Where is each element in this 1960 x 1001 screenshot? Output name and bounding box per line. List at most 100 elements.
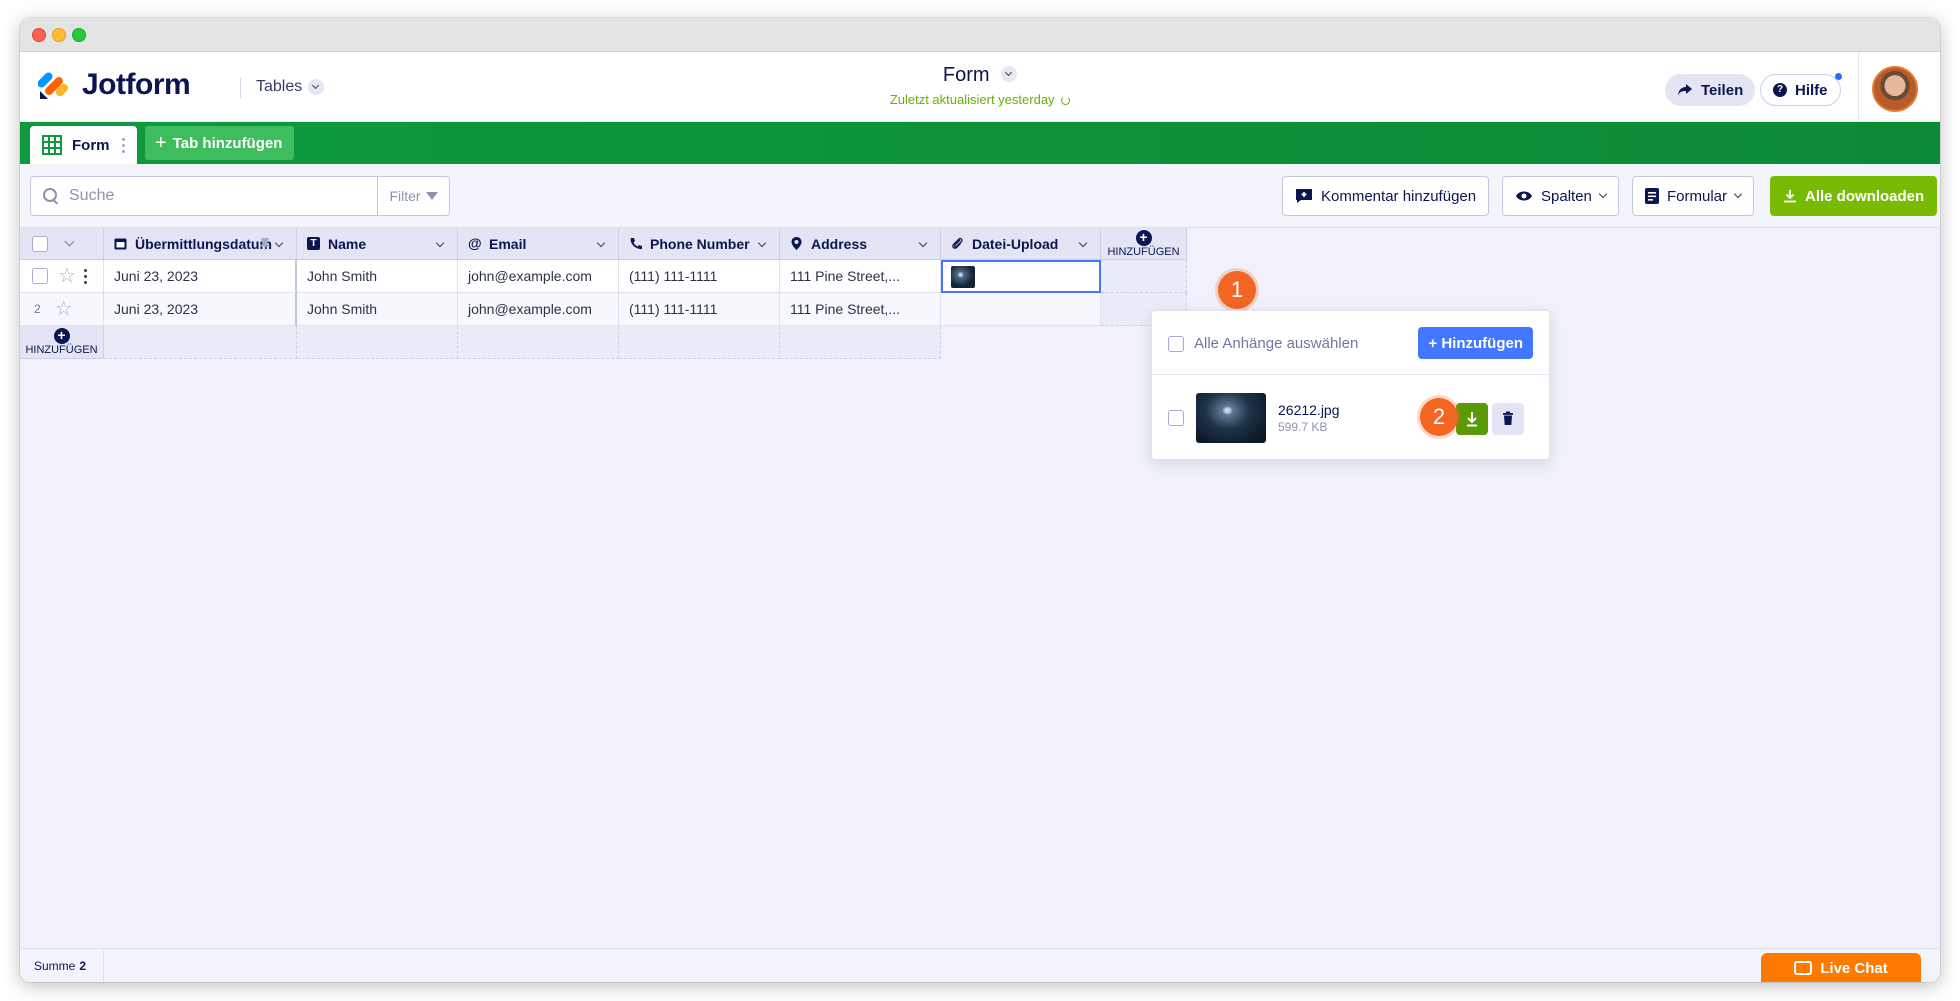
row-options-icon[interactable] xyxy=(83,268,87,284)
form-title-dropdown[interactable]: Form xyxy=(20,64,1940,87)
column-header[interactable]: Übermittlungsdatum xyxy=(104,228,297,260)
select-all-attachments[interactable]: Alle Anhänge auswählen xyxy=(1168,335,1358,352)
column-header-label: Name xyxy=(328,235,367,252)
help-icon: ? xyxy=(1773,83,1787,97)
plus-circle-icon: + xyxy=(53,328,70,344)
step-badge-1: 1 xyxy=(1218,271,1256,309)
refresh-icon xyxy=(1061,96,1071,106)
attachment-thumbnail[interactable] xyxy=(951,266,975,288)
column-header[interactable]: @ Email xyxy=(458,228,619,260)
download-icon xyxy=(1784,190,1796,203)
attachment-checkbox[interactable] xyxy=(1168,410,1184,426)
column-header-label: Email xyxy=(489,235,527,252)
location-pin-icon xyxy=(791,237,802,250)
search-input[interactable] xyxy=(69,187,369,205)
tab-options-icon[interactable] xyxy=(121,137,125,153)
header-select-cell xyxy=(20,228,104,260)
add-row-label: HINZUFÜGEN xyxy=(25,344,98,356)
chevron-down-icon xyxy=(918,238,928,248)
column-header[interactable]: Address xyxy=(780,228,941,260)
paperclip-icon xyxy=(952,237,963,249)
table-cell[interactable]: john@example.com xyxy=(458,260,619,293)
column-header[interactable]: Datei-Upload xyxy=(941,228,1101,260)
empty-cell xyxy=(780,326,941,359)
chat-icon xyxy=(1794,961,1813,975)
chevron-down-icon xyxy=(435,238,445,248)
live-chat-button[interactable]: Live Chat xyxy=(1761,953,1921,982)
empty-cell xyxy=(619,326,780,359)
last-updated-status: Zuletzt aktualisiert yesterday xyxy=(20,92,1940,107)
tab-form[interactable]: Form xyxy=(30,126,137,164)
form-button[interactable]: Formular xyxy=(1632,176,1755,216)
comment-plus-icon xyxy=(1296,189,1312,203)
delete-attachment-button[interactable] xyxy=(1492,403,1524,435)
download-icon xyxy=(1467,412,1477,427)
selected-upload-cell[interactable] xyxy=(941,260,1101,293)
table-cell[interactable]: Juni 23, 2023 xyxy=(104,260,297,293)
attachments-popover: Alle Anhänge auswählen + Hinzufügen 2621… xyxy=(1151,310,1550,460)
empty-cell xyxy=(297,326,458,359)
add-tab-button[interactable]: + Tab hinzufügen xyxy=(145,126,295,160)
sum-value: 2 xyxy=(79,959,87,973)
table-cell[interactable]: 111 Pine Street,... xyxy=(780,260,941,293)
table-cell[interactable]: Juni 23, 2023 xyxy=(104,293,297,326)
trash-icon xyxy=(1503,411,1513,425)
chevron-down-icon xyxy=(596,238,606,248)
row-checkbox[interactable] xyxy=(32,268,48,284)
download-all-button[interactable]: Alle downloaden xyxy=(1770,176,1938,216)
table-cell[interactable] xyxy=(941,293,1101,326)
search-box: Filter xyxy=(30,176,450,216)
add-attachment-button[interactable]: + Hinzufügen xyxy=(1418,327,1533,359)
attachment-file-name: 26212.jpg xyxy=(1278,402,1340,418)
select-all-attachments-checkbox[interactable] xyxy=(1168,335,1184,352)
chevron-down-icon xyxy=(1001,66,1018,83)
chevron-down-icon xyxy=(1733,189,1743,199)
table-cell[interactable]: (111) 111-1111 xyxy=(619,293,780,326)
at-sign-icon: @ xyxy=(468,235,482,251)
table-cell[interactable]: John Smith xyxy=(297,293,458,326)
table-footer: Summe 2 Live Chat xyxy=(20,948,1940,982)
row-select-cell: 2 ☆ xyxy=(20,293,104,326)
table-cell[interactable]: John Smith xyxy=(297,260,458,293)
star-icon[interactable]: ☆ xyxy=(58,266,76,286)
help-label: Hilfe xyxy=(1795,81,1828,99)
chevron-down-icon[interactable] xyxy=(64,236,75,247)
empty-cell xyxy=(1101,260,1187,293)
add-row-button[interactable]: + HINZUFÜGEN xyxy=(20,326,104,359)
row-number: 2 xyxy=(34,302,41,316)
add-column-label: HINZUFÜGEN xyxy=(1107,245,1180,258)
table-cell[interactable]: (111) 111-1111 xyxy=(619,260,780,293)
empty-cell xyxy=(458,326,619,359)
select-all-rows-checkbox[interactable] xyxy=(32,235,48,252)
add-column-button[interactable]: + HINZUFÜGEN xyxy=(1101,228,1187,260)
user-avatar[interactable] xyxy=(1872,66,1918,112)
table-cell[interactable]: john@example.com xyxy=(458,293,619,326)
filter-label: Filter xyxy=(389,188,421,204)
help-button[interactable]: ? Hilfe xyxy=(1760,73,1842,106)
close-window-icon[interactable] xyxy=(32,28,46,42)
window-titlebar xyxy=(20,18,1940,52)
chevron-down-icon xyxy=(1078,238,1088,248)
minimize-window-icon[interactable] xyxy=(52,28,66,42)
table-cell[interactable]: 111 Pine Street,... xyxy=(780,293,941,326)
search-icon xyxy=(43,188,59,204)
star-icon[interactable]: ☆ xyxy=(55,299,73,319)
column-header-label: Übermittlungsdatum xyxy=(135,235,272,252)
filter-button[interactable]: Filter xyxy=(377,177,449,215)
plus-icon: + xyxy=(155,131,167,154)
column-header[interactable]: Phone Number xyxy=(619,228,780,260)
download-all-label: Alle downloaden xyxy=(1805,187,1925,205)
step-badge-2: 2 xyxy=(1420,398,1458,436)
column-header[interactable]: T Name xyxy=(297,228,458,260)
live-chat-label: Live Chat xyxy=(1820,959,1888,977)
columns-button[interactable]: Spalten xyxy=(1502,176,1619,216)
column-header-label: Datei-Upload xyxy=(972,235,1059,252)
maximize-window-icon[interactable] xyxy=(72,28,86,42)
chevron-down-icon xyxy=(1598,189,1608,199)
share-button[interactable]: Teilen xyxy=(1665,74,1756,106)
sum-label: Summe xyxy=(34,959,76,973)
add-comment-button[interactable]: Kommentar hinzufügen xyxy=(1282,176,1490,216)
pin-icon[interactable] xyxy=(260,238,270,250)
download-attachment-button[interactable] xyxy=(1456,403,1488,435)
attachment-thumbnail[interactable] xyxy=(1196,393,1266,443)
